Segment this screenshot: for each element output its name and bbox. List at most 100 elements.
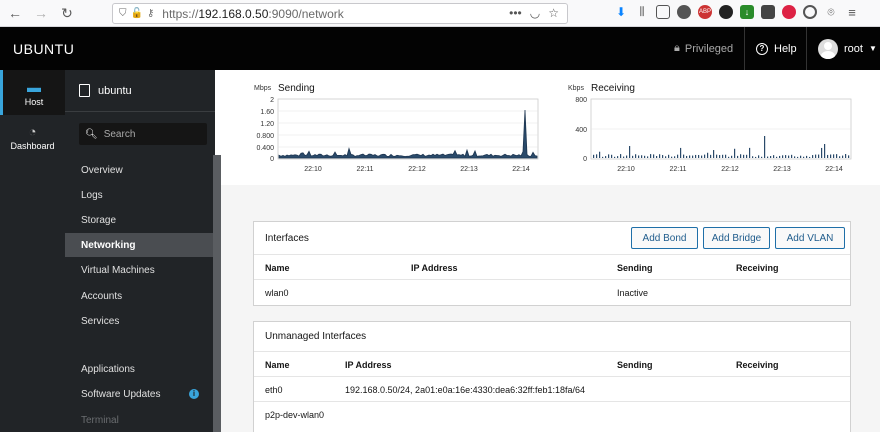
- sending-x-tick: 22:12: [408, 166, 426, 173]
- receiving-bar: [605, 156, 607, 158]
- receiving-bar: [806, 155, 808, 158]
- sidebar-item-applications[interactable]: Applications: [65, 357, 213, 381]
- library-icon[interactable]: ⫼: [635, 5, 649, 19]
- receiving-bar: [749, 147, 751, 158]
- adblock-icon[interactable]: ABP: [698, 5, 712, 19]
- forward-icon[interactable]: →: [30, 2, 52, 24]
- receiving-bar: [638, 155, 640, 158]
- key-icon: ⚷: [146, 8, 155, 19]
- receiving-bar: [728, 156, 730, 158]
- sidebar-item-accounts[interactable]: Accounts: [65, 284, 213, 308]
- receiving-bar: [830, 154, 832, 158]
- receiving-bar: [779, 155, 781, 158]
- receiving-bar: [764, 136, 766, 158]
- sending-y-tick: 0: [270, 156, 274, 163]
- back-icon[interactable]: ←: [4, 2, 26, 24]
- privileged-indicator[interactable]: 🔒︎ Privileged: [674, 27, 733, 70]
- bookmark-star-icon[interactable]: ☆: [548, 6, 559, 20]
- sidebar-item-software-updates[interactable]: Software Updates i: [65, 382, 213, 406]
- receiving-bar: [704, 154, 706, 158]
- extension-icon[interactable]: [803, 5, 817, 19]
- receiving-y-tick: 400: [575, 127, 587, 134]
- sidebar-item-virtual-machines[interactable]: Virtual Machines: [65, 258, 213, 282]
- extension-icon[interactable]: ⌾: [824, 5, 838, 19]
- receiving-bar: [755, 156, 757, 158]
- receiving-bar: [740, 154, 742, 158]
- table-header: Name IP Address Sending Receiving: [254, 352, 850, 377]
- table-header: Name IP Address Sending Receiving: [254, 255, 850, 280]
- receiving-bar: [710, 154, 712, 158]
- table-row[interactable]: p2p-dev-wlan0: [254, 402, 850, 427]
- extension-icon[interactable]: ↓: [740, 5, 754, 19]
- help-menu[interactable]: ? Help: [756, 27, 797, 70]
- url-text: https://192.168.0.50:9090/network: [162, 6, 344, 21]
- table-row[interactable]: eth0 192.168.0.50/24, 2a01:e0a:16e:4330:…: [254, 377, 850, 402]
- receiving-y-tick: 800: [575, 97, 587, 104]
- network-graphs: Mbps Sending 2 1.60 1.20 0.800 0.400 0 2…: [221, 70, 880, 185]
- receiving-bar: [596, 154, 598, 158]
- receiving-bar: [620, 154, 622, 158]
- reload-icon[interactable]: ↻: [56, 2, 78, 24]
- sending-graph: 2 1.60 1.20 0.800 0.400 0 22:10 22:11 22…: [256, 97, 539, 173]
- add-bridge-button[interactable]: Add Bridge: [703, 227, 770, 249]
- sidebar-item-networking[interactable]: Networking: [65, 233, 213, 257]
- receiving-bar: [617, 156, 619, 158]
- rail-dashboard[interactable]: ◔ Dashboard: [0, 115, 65, 160]
- sidebar-item-storage[interactable]: Storage: [65, 208, 213, 232]
- sidebar-icon[interactable]: [656, 5, 670, 19]
- receiving-bar: [680, 147, 682, 158]
- receiving-bar: [752, 156, 754, 158]
- receiving-bar: [695, 154, 697, 158]
- menu-icon[interactable]: ≡: [845, 5, 859, 20]
- sidebar-item-terminal[interactable]: Terminal: [65, 408, 213, 432]
- extension-icon[interactable]: [761, 5, 775, 19]
- sidebar-item-services[interactable]: Services: [65, 309, 213, 333]
- sending-x-tick: 22:10: [304, 166, 322, 173]
- more-icon[interactable]: •••: [509, 6, 522, 20]
- sidebar-item-logs[interactable]: Logs: [65, 183, 213, 207]
- sending-unit: Mbps: [254, 85, 272, 92]
- pocket-icon[interactable]: ◡: [530, 6, 540, 20]
- receiving-bar: [785, 155, 787, 158]
- receiving-bar: [848, 155, 850, 158]
- sidebar-item-overview[interactable]: Overview: [65, 158, 213, 182]
- receiving-bar: [758, 155, 760, 158]
- receiving-bar: [788, 155, 790, 158]
- receiving-bar: [698, 154, 700, 158]
- help-icon: ?: [756, 42, 768, 55]
- sending-x-tick: 22:14: [512, 166, 530, 173]
- receiving-bar: [677, 154, 679, 158]
- table-row[interactable]: wlan0 Inactive: [254, 280, 850, 305]
- rail-host[interactable]: ▬ Host: [0, 70, 65, 115]
- receiving-x-tick: 22:12: [721, 166, 739, 173]
- receiving-bar: [707, 152, 709, 158]
- extension-icon[interactable]: [782, 5, 796, 19]
- receiving-bar: [791, 154, 793, 158]
- sending-y-tick: 1.20: [260, 121, 274, 128]
- extension-icon[interactable]: [677, 5, 691, 19]
- host-rail: ▬ Host ◔ Dashboard: [0, 70, 65, 432]
- receiving-bar: [773, 155, 775, 158]
- sending-y-tick: 0.800: [256, 133, 274, 140]
- receiving-bar: [593, 154, 595, 158]
- receiving-bar: [602, 156, 604, 158]
- download-icon[interactable]: ⬇: [614, 5, 628, 19]
- top-navbar: UBUNTU 🔒︎ Privileged ? Help root ▼: [0, 27, 880, 70]
- browser-toolbar: ← → ↻ ⛉ 🔓 ⚷ https://192.168.0.50:9090/ne…: [0, 0, 880, 27]
- add-bond-button[interactable]: Add Bond: [631, 227, 698, 249]
- search-input[interactable]: 🔍︎ Search: [79, 123, 207, 145]
- receiving-bar: [716, 154, 718, 158]
- extension-icon[interactable]: [719, 5, 733, 19]
- receiving-bar: [626, 155, 628, 158]
- user-menu[interactable]: root ▼: [818, 27, 877, 70]
- receiving-bar: [824, 144, 826, 158]
- add-vlan-button[interactable]: Add VLAN: [775, 227, 845, 249]
- receiving-bar: [656, 155, 658, 158]
- url-bar[interactable]: ⛉ 🔓 ⚷ https://192.168.0.50:9090/network …: [112, 3, 568, 24]
- sending-y-tick: 0.400: [256, 145, 274, 152]
- receiving-bar: [689, 155, 691, 158]
- receiving-x-tick: 22:14: [825, 166, 843, 173]
- receiving-bar: [836, 154, 838, 158]
- interfaces-card: Interfaces Add Bond Add Bridge Add VLAN …: [253, 221, 851, 306]
- sidebar-scrollbar[interactable]: [213, 155, 221, 432]
